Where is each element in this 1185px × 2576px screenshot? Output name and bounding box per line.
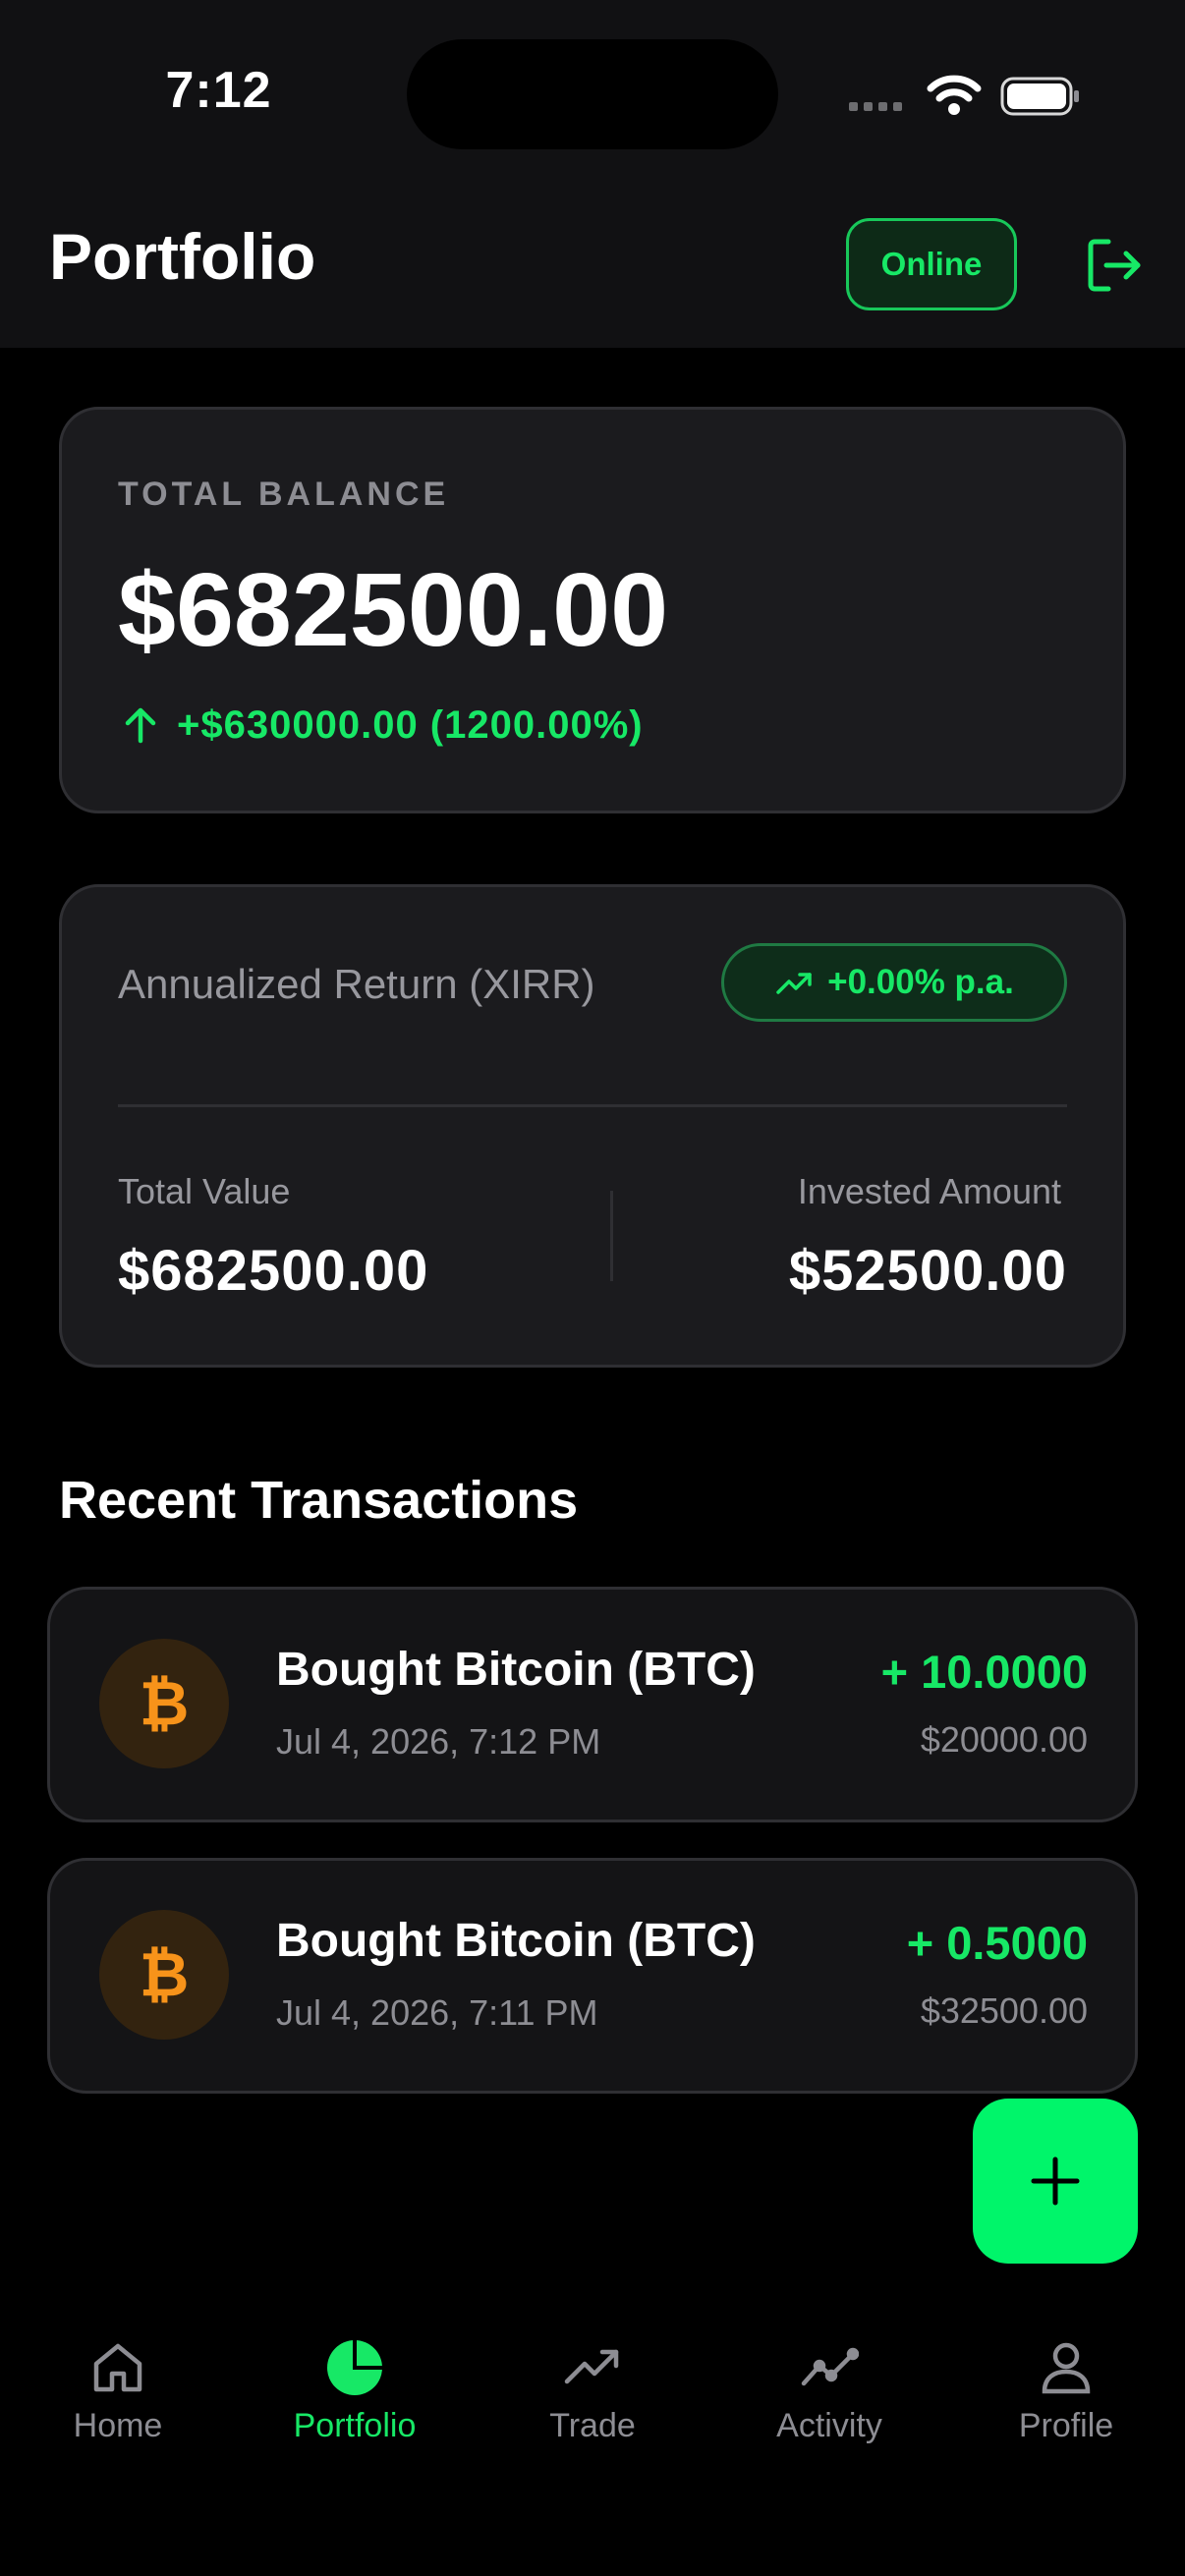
nav-label: Activity xyxy=(776,2407,882,2444)
logout-icon[interactable] xyxy=(1085,236,1144,295)
home-icon xyxy=(93,2343,142,2392)
plus-icon xyxy=(1031,2156,1080,2206)
xirr-badge: +0.00% p.a. xyxy=(721,943,1067,1022)
invested-amount-label: Invested Amount xyxy=(797,1171,1061,1211)
xirr-label: Annualized Return (XIRR) xyxy=(118,961,595,1007)
nav-label: Home xyxy=(73,2407,163,2444)
add-transaction-button[interactable] xyxy=(973,2099,1138,2264)
balance-value: $682500.00 xyxy=(118,552,669,668)
transaction-date: Jul 4, 2026, 7:11 PM xyxy=(276,1992,598,2033)
trending-up-icon xyxy=(776,973,812,994)
activity-icon xyxy=(801,2347,859,2386)
transaction-title: Bought Bitcoin (BTC) xyxy=(276,1915,756,1967)
nav-item-profile[interactable]: Profile xyxy=(968,2338,1164,2445)
battery-icon xyxy=(1000,77,1079,116)
nav-label: Trade xyxy=(549,2407,636,2444)
bitcoin-icon: ₿ xyxy=(99,1910,229,2040)
transaction-row[interactable]: ₿ Bought Bitcoin (BTC) Jul 4, 2026, 7:12… xyxy=(47,1587,1138,1822)
transaction-title: Bought Bitcoin (BTC) xyxy=(276,1644,756,1696)
signal-icon xyxy=(849,102,902,111)
nav-item-portfolio[interactable]: Portfolio xyxy=(256,2338,453,2445)
nav-item-trade[interactable]: Trade xyxy=(494,2338,691,2445)
transaction-date: Jul 4, 2026, 7:12 PM xyxy=(276,1721,601,1762)
trending-up-icon xyxy=(564,2349,619,2384)
transaction-amount: $20000.00 xyxy=(920,1719,1088,1760)
nav-label: Portfolio xyxy=(293,2407,417,2444)
user-icon xyxy=(1042,2342,1091,2394)
bitcoin-icon: ₿ xyxy=(99,1639,229,1768)
vertical-divider xyxy=(610,1191,613,1281)
divider xyxy=(118,1104,1067,1107)
wifi-icon xyxy=(927,75,982,115)
dynamic-island xyxy=(407,39,778,149)
total-value: $682500.00 xyxy=(118,1239,429,1303)
transaction-quantity: + 0.5000 xyxy=(906,1917,1088,1969)
nav-item-activity[interactable]: Activity xyxy=(731,2338,928,2445)
arrow-up-icon xyxy=(125,707,156,744)
transaction-amount: $32500.00 xyxy=(920,1990,1088,2031)
nav-label: Profile xyxy=(1018,2407,1114,2444)
transaction-quantity: + 10.0000 xyxy=(880,1646,1088,1698)
transaction-row[interactable]: ₿ Bought Bitcoin (BTC) Jul 4, 2026, 7:11… xyxy=(47,1858,1138,2094)
balance-label: TOTAL BALANCE xyxy=(118,476,450,513)
balance-change: +$630000.00 (1200.00%) xyxy=(177,703,644,747)
status-badge: Online xyxy=(846,218,1017,310)
status-time: 7:12 xyxy=(165,62,272,119)
pie-chart-icon xyxy=(327,2340,382,2395)
section-title: Recent Transactions xyxy=(59,1471,579,1530)
xirr-value: +0.00% p.a. xyxy=(827,963,1014,1001)
nav-item-home[interactable]: Home xyxy=(20,2338,216,2445)
total-value-label: Total Value xyxy=(118,1171,291,1211)
invested-amount: $52500.00 xyxy=(788,1239,1067,1303)
page-title: Portfolio xyxy=(49,220,316,293)
